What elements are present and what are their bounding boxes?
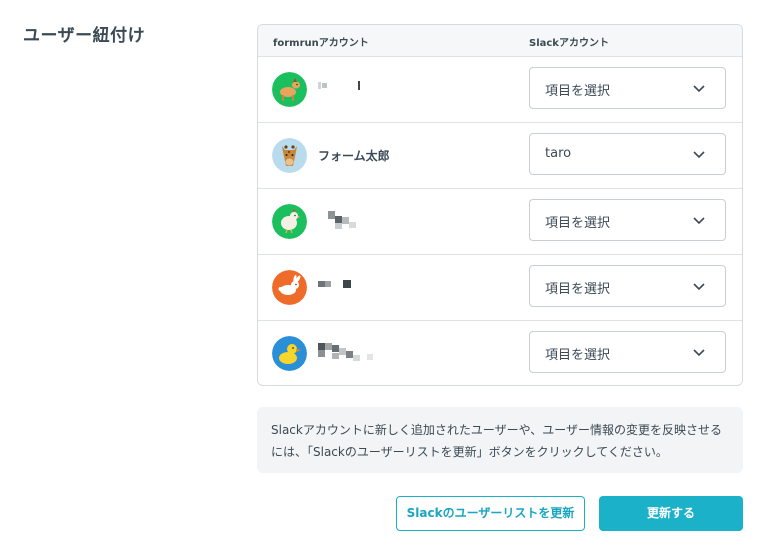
user-name: フォーム太郎 (318, 149, 390, 163)
section-title: ユーザー紐付け (23, 26, 146, 46)
redacted-user-name (318, 79, 388, 99)
redacted-user-name (318, 277, 388, 297)
table-row: フォーム太郎 taro (258, 123, 742, 189)
table-row: 項目を選択 (258, 255, 742, 321)
select-value: 項目を選択 (545, 282, 611, 297)
select-value: 項目を選択 (545, 84, 611, 99)
horse-icon (272, 72, 307, 107)
slack-account-select[interactable]: taro (529, 133, 726, 175)
chevron-down-icon (693, 151, 705, 159)
chicken-icon (272, 204, 307, 239)
redacted-user-name (318, 343, 388, 363)
table-header: formrunアカウント Slackアカウント (258, 25, 742, 57)
user-mapping-table: formrunアカウント Slackアカウント 項目を選択 フォーム太郎 tar… (257, 24, 743, 386)
chevron-down-icon (693, 349, 705, 357)
duck-icon (272, 336, 307, 371)
rabbit-icon (272, 270, 307, 305)
slack-account-select[interactable]: 項目を選択 (529, 331, 726, 373)
table-row: 項目を選択 (258, 321, 742, 385)
giraffe-icon (272, 138, 307, 173)
info-note: Slackアカウントに新しく追加されたユーザーや、ユーザー情報の変更を反映させる… (257, 407, 743, 473)
select-value: 項目を選択 (545, 348, 611, 363)
table-row: 項目を選択 (258, 57, 742, 123)
select-value: taro (545, 146, 572, 161)
update-button[interactable]: 更新する (599, 496, 743, 531)
chevron-down-icon (693, 217, 705, 225)
column-header-formrun: formrunアカウント (273, 38, 369, 49)
select-value: 項目を選択 (545, 216, 611, 231)
refresh-slack-users-button[interactable]: Slackのユーザーリストを更新 (396, 496, 585, 531)
slack-account-select[interactable]: 項目を選択 (529, 265, 726, 307)
chevron-down-icon (693, 85, 705, 93)
table-row: 項目を選択 (258, 189, 742, 255)
slack-account-select[interactable]: 項目を選択 (529, 199, 726, 241)
column-header-slack: Slackアカウント (529, 38, 609, 49)
chevron-down-icon (693, 283, 705, 291)
redacted-user-name (318, 211, 388, 231)
slack-account-select[interactable]: 項目を選択 (529, 67, 726, 109)
